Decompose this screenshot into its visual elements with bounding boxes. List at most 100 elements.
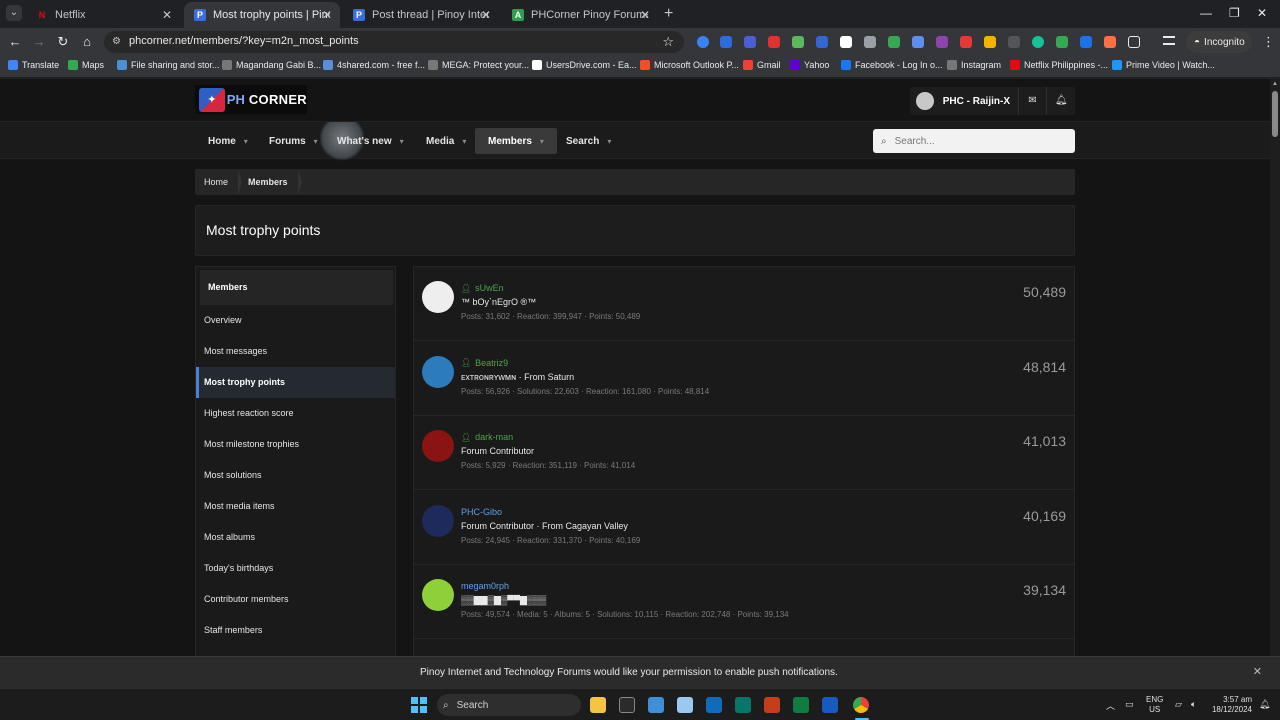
new-tab-button[interactable]: + bbox=[664, 5, 673, 23]
caret-down-icon[interactable]: ▾ bbox=[607, 137, 611, 146]
member-avatar[interactable] bbox=[422, 355, 454, 388]
site-search-input[interactable] bbox=[894, 135, 1055, 147]
bookmark-item[interactable]: File sharing and stor... bbox=[117, 60, 220, 70]
bookmark-item[interactable]: 4shared.com - free f... bbox=[323, 60, 425, 70]
bookmark-item[interactable]: Prime Video | Watch... bbox=[1112, 60, 1215, 70]
sidebar-item-most-albums[interactable]: Most albums bbox=[196, 522, 395, 553]
file-explorer-icon[interactable] bbox=[590, 697, 606, 713]
extension-icon[interactable] bbox=[792, 36, 804, 48]
extension-icon[interactable] bbox=[1104, 36, 1116, 48]
member-avatar[interactable] bbox=[422, 579, 454, 611]
bookmark-item[interactable]: Yahoo bbox=[790, 60, 829, 70]
username-link[interactable]: PHC - Raijin-X bbox=[943, 96, 1018, 107]
nav-search[interactable]: Search ▾ bbox=[553, 128, 624, 154]
sidebar-item-most-trophy-points[interactable]: Most trophy points bbox=[196, 367, 395, 398]
extension-icon[interactable] bbox=[864, 36, 876, 48]
close-notification-icon[interactable]: ✕ bbox=[1253, 665, 1262, 678]
sidebar-item-most-media-items[interactable]: Most media items bbox=[196, 491, 395, 522]
caret-down-icon[interactable]: ▾ bbox=[462, 137, 466, 146]
member-name-link[interactable]: 👤︎ Beatriz9 bbox=[461, 358, 508, 368]
browser-tab-apk[interactable]: A PHCorner Pinoy Forums APK (A ✕ bbox=[502, 2, 658, 28]
publisher-icon[interactable] bbox=[735, 697, 751, 713]
extension-icon[interactable] bbox=[840, 36, 852, 48]
sidebar-item-contributor-members[interactable]: Contributor members bbox=[196, 584, 395, 615]
photos-icon[interactable] bbox=[677, 697, 693, 713]
extension-icon[interactable] bbox=[1080, 36, 1092, 48]
member-name-link[interactable]: megam0rph bbox=[461, 581, 509, 591]
grammarly-icon[interactable] bbox=[1032, 36, 1044, 48]
close-tab-icon[interactable]: ✕ bbox=[322, 8, 332, 22]
sidebar-item-most-milestone-trophies[interactable]: Most milestone trophies bbox=[196, 429, 395, 460]
close-window-icon[interactable]: ✕ bbox=[1257, 6, 1267, 20]
restore-icon[interactable]: ❐ bbox=[1229, 6, 1240, 20]
mail-app-icon[interactable] bbox=[648, 697, 664, 713]
extension-icon[interactable] bbox=[816, 36, 828, 48]
sidebar-item-todays-birthdays[interactable]: Today's birthdays bbox=[196, 553, 395, 584]
caret-down-icon[interactable]: ▾ bbox=[540, 137, 544, 146]
bookmark-item[interactable]: Facebook - Log In o... bbox=[841, 60, 943, 70]
sidebar-item-most-solutions[interactable]: Most solutions bbox=[196, 460, 395, 491]
forward-icon[interactable]: → bbox=[30, 34, 48, 49]
browser-menu-icon[interactable]: ⋮ bbox=[1262, 34, 1275, 50]
extensions-puzzle-icon[interactable] bbox=[1128, 36, 1140, 48]
home-icon[interactable]: ⌂ bbox=[78, 34, 96, 49]
user-avatar[interactable] bbox=[916, 92, 934, 110]
reload-icon[interactable]: ↻ bbox=[54, 34, 72, 50]
extension-icon[interactable] bbox=[912, 36, 924, 48]
windows-start-icon[interactable] bbox=[411, 697, 427, 713]
breadcrumb-members[interactable]: Members bbox=[238, 169, 302, 195]
member-name-link[interactable]: 👤︎ sUwEn bbox=[461, 283, 504, 293]
inbox-envelope-icon[interactable]: ✉ bbox=[1017, 87, 1047, 115]
member-avatar[interactable] bbox=[422, 281, 454, 313]
close-tab-icon[interactable]: ✕ bbox=[481, 8, 491, 22]
bookmark-item[interactable]: Maps bbox=[68, 60, 104, 70]
powerpoint-icon[interactable] bbox=[764, 697, 780, 713]
nav-members[interactable]: Members ▾ bbox=[475, 128, 557, 154]
browser-tab-netflix[interactable]: N Netflix ✕ bbox=[26, 2, 180, 28]
member-avatar[interactable] bbox=[422, 430, 454, 462]
terminal-icon[interactable] bbox=[619, 697, 635, 713]
breadcrumb-home[interactable]: Home bbox=[195, 169, 243, 195]
caret-down-icon[interactable]: ▾ bbox=[314, 137, 318, 146]
show-hidden-icons-chevron-icon[interactable]: ︿ bbox=[1106, 699, 1115, 712]
shield-icon[interactable] bbox=[888, 36, 900, 48]
bookmark-item[interactable]: Gmail bbox=[743, 60, 781, 70]
extension-icon[interactable] bbox=[1008, 36, 1020, 48]
extension-icon[interactable] bbox=[960, 36, 972, 48]
bookmark-star-icon[interactable]: ☆ bbox=[662, 34, 674, 50]
volume-icon[interactable]: 🔈︎ bbox=[1191, 699, 1196, 710]
page-scrollbar[interactable]: ▲ bbox=[1270, 79, 1280, 656]
browser-tab-post-thread[interactable]: P Post thread | Pinoy Internet and ✕ bbox=[343, 2, 499, 28]
bookmark-item[interactable]: Microsoft Outlook P... bbox=[640, 60, 739, 70]
bookmark-item[interactable]: Magandang Gabi B... bbox=[222, 60, 321, 70]
close-tab-icon[interactable]: ✕ bbox=[162, 8, 172, 22]
nav-whats-new[interactable]: What's new ▾ bbox=[324, 128, 417, 154]
extension-icon[interactable] bbox=[1056, 36, 1068, 48]
extension-icon[interactable] bbox=[984, 36, 996, 48]
scroll-up-icon[interactable]: ▲ bbox=[1272, 81, 1278, 87]
sidebar-item-most-messages[interactable]: Most messages bbox=[196, 336, 395, 367]
browser-tab-trophy-points[interactable]: P Most trophy points | Pinoy Inte ✕ bbox=[184, 2, 340, 28]
adblock-icon[interactable] bbox=[768, 36, 780, 48]
bookmark-item[interactable]: Instagram bbox=[947, 60, 1001, 70]
alerts-bell-icon[interactable]: 🔔︎ bbox=[1046, 87, 1075, 115]
nav-media[interactable]: Media ▾ bbox=[413, 128, 479, 154]
member-avatar[interactable] bbox=[422, 504, 454, 537]
battery-icon[interactable]: ▭ bbox=[1125, 699, 1134, 710]
system-clock[interactable]: 3:57 am 18/12/2024 bbox=[1208, 695, 1252, 715]
incognito-badge[interactable]: ◓ Incognito bbox=[1186, 31, 1252, 53]
caret-down-icon[interactable]: ▾ bbox=[400, 137, 404, 146]
network-icon[interactable]: ▱ bbox=[1175, 699, 1182, 710]
bookmark-item[interactable]: Netflix Philippines -... bbox=[1010, 60, 1108, 70]
language-indicator[interactable]: ENG US bbox=[1146, 695, 1163, 715]
extension-icon[interactable] bbox=[744, 36, 756, 48]
sidebar-item-staff-members[interactable]: Staff members bbox=[196, 615, 395, 646]
tab-search-button[interactable]: ⌄ bbox=[6, 5, 22, 21]
caret-down-icon[interactable]: ▾ bbox=[244, 137, 248, 146]
bookmark-item[interactable]: Translate bbox=[8, 60, 59, 70]
extension-icon[interactable] bbox=[720, 36, 732, 48]
sidebar-item-highest-reaction-score[interactable]: Highest reaction score bbox=[196, 398, 395, 429]
excel-icon[interactable] bbox=[793, 697, 809, 713]
member-name-link[interactable]: 👤︎ dark-man bbox=[461, 432, 513, 442]
taskbar-search[interactable]: ⌕ Search bbox=[437, 694, 581, 716]
